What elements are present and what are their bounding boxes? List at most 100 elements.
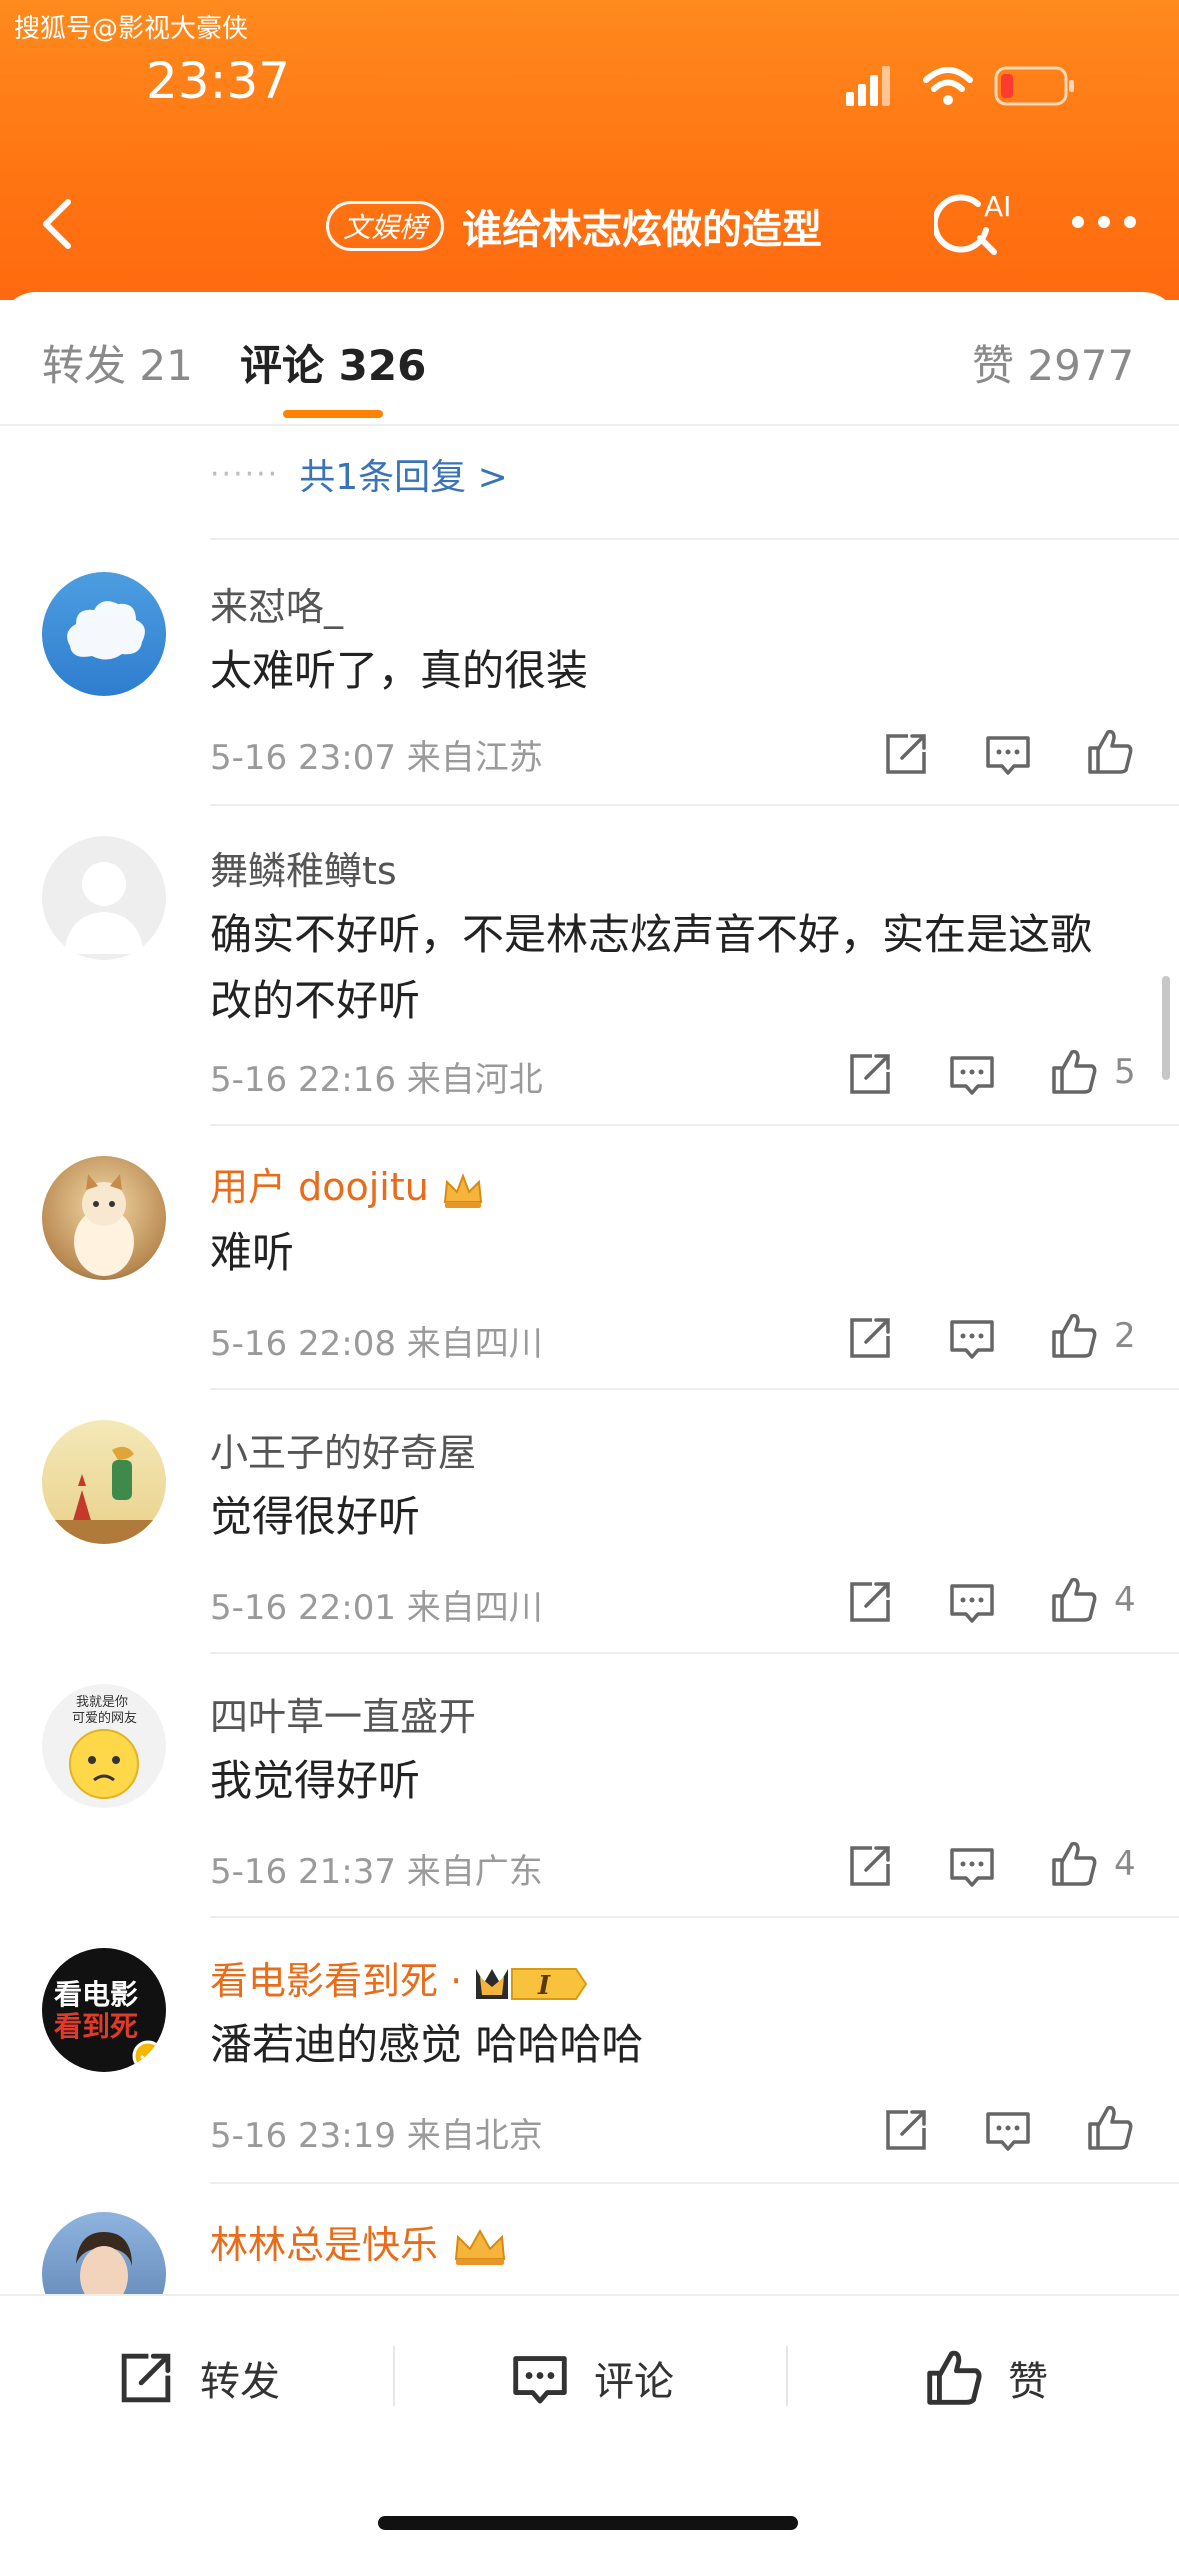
username-text: 用户 doojitu: [210, 1165, 429, 1209]
comment-username[interactable]: 舞鳞稚鳟ts: [210, 840, 397, 895]
more-icon[interactable]: [1064, 192, 1144, 252]
navbar: 文娱榜 谁给林志炫做的造型 AI: [0, 180, 1179, 270]
comment-label: 评论: [594, 2359, 674, 2405]
comment-meta: 5-16 23:19 来自北京: [210, 2116, 543, 2156]
tab-likes[interactable]: 赞 2977: [972, 332, 1134, 393]
username-text: 看电影看到死 ·: [210, 1959, 463, 2003]
like-icon[interactable]: [1046, 1044, 1102, 1100]
reply-icon[interactable]: [980, 2102, 1036, 2158]
like-icon[interactable]: [1046, 1836, 1102, 1892]
like-icon[interactable]: [1082, 2100, 1138, 2156]
share-icon[interactable]: [878, 2102, 934, 2158]
reply-icon[interactable]: [944, 1046, 1000, 1102]
like-label: 赞: [1008, 2359, 1048, 2405]
avatar[interactable]: [42, 836, 166, 960]
status-time: 23:37: [146, 52, 291, 110]
repost-label: 转发: [200, 2359, 280, 2405]
bottom-separator: [786, 2346, 788, 2406]
avatar[interactable]: [42, 572, 166, 696]
row-separator: [210, 2182, 1179, 2184]
reply-icon[interactable]: [944, 1574, 1000, 1630]
ai-label: AI: [984, 190, 1011, 223]
thumbs-up-icon: [927, 2350, 982, 2405]
share-icon[interactable]: [842, 1310, 898, 1366]
repost-button[interactable]: 转发: [112, 2338, 280, 2418]
share-icon[interactable]: [842, 1838, 898, 1894]
comment-meta: 5-16 21:37 来自广东: [210, 1852, 543, 1892]
vip-level-text: I: [537, 1971, 551, 2001]
hot-list-tag: 文娱榜: [326, 201, 445, 251]
comment-text: 难听: [210, 1228, 295, 1277]
comment-button[interactable]: 评论: [506, 2338, 674, 2418]
scrollbar[interactable]: [1162, 976, 1170, 1080]
replies-dots: ······: [210, 456, 280, 492]
avatar[interactable]: 我就是你 可爱的网友: [42, 1684, 166, 1808]
comment-text: 潘若迪的感觉 哈哈哈哈: [210, 2020, 644, 2069]
avatar-logo-line-1: 看电影: [54, 1978, 138, 2011]
avatar[interactable]: [42, 1420, 166, 1544]
vip-level-badge-icon: I: [476, 1967, 588, 2001]
row-separator: [210, 538, 1179, 540]
comment-username[interactable]: 林林总是快乐: [210, 2214, 510, 2269]
comment-meta: 5-16 22:16 来自河北: [210, 1060, 543, 1100]
topic-title: 谁给林志炫做的造型: [462, 207, 823, 253]
reply-icon[interactable]: [980, 726, 1036, 782]
tab-comments[interactable]: 评论 326: [240, 332, 426, 393]
like-icon[interactable]: [1046, 1572, 1102, 1628]
view-replies-link[interactable]: ······ 共1条回复 >: [210, 448, 508, 500]
comment-username[interactable]: 看电影看到死 · I: [210, 1950, 590, 2005]
crown-icon: [443, 1172, 483, 1208]
content-sheet: [0, 292, 1179, 2556]
like-icon[interactable]: [1082, 724, 1138, 780]
row-separator: [210, 804, 1179, 806]
nav-title[interactable]: 文娱榜 谁给林志炫做的造型: [326, 196, 822, 256]
comment-username[interactable]: 来怼咯_: [210, 576, 343, 631]
battery-icon: [994, 66, 1074, 106]
replies-text: 共1条回复 >: [299, 457, 508, 498]
share-icon[interactable]: [878, 726, 934, 782]
comment-username[interactable]: 小王子的好奇屋: [210, 1422, 476, 1477]
row-separator: [210, 1916, 1179, 1918]
bottom-separator: [393, 2346, 395, 2406]
little-prince-avatar-image: [42, 1446, 166, 1544]
repost-icon: [121, 2353, 171, 2403]
default-avatar-image: [64, 862, 144, 954]
tab-repost[interactable]: 转发 21: [42, 332, 193, 393]
comment-meta: 5-16 22:08 来自四川: [210, 1324, 543, 1364]
comment-meta: 5-16 22:01 来自四川: [210, 1588, 543, 1628]
comment-text: 觉得很好听: [210, 1492, 421, 1541]
ai-search-button[interactable]: AI: [934, 190, 1014, 260]
wifi-icon: [923, 67, 973, 105]
avatar-logo-line-2: 看到死: [54, 2010, 138, 2043]
movie-logo-avatar-image: 看电影 看到死: [54, 1978, 164, 2072]
avatar[interactable]: 看电影 看到死: [42, 1948, 166, 2072]
emoji-avatar-image: 我就是你 可爱的网友: [69, 1695, 139, 1799]
like-count: 4: [1114, 1844, 1136, 1884]
like-count: 4: [1114, 1580, 1136, 1620]
row-separator: [210, 1124, 1179, 1126]
row-separator: [210, 1652, 1179, 1654]
reply-icon[interactable]: [944, 1310, 1000, 1366]
tab-active-indicator: [283, 410, 383, 418]
comment-text: 确实不好听，不是林志炫声音不好，实在是这歌改的不好听: [210, 910, 1093, 1025]
comment-username[interactable]: 四叶草一直盛开: [210, 1686, 476, 1741]
back-icon[interactable]: [28, 192, 92, 256]
row-separator: [210, 1388, 1179, 1390]
like-button[interactable]: 赞: [920, 2338, 1048, 2418]
signal-icon: [846, 92, 854, 106]
comment-username[interactable]: 用户 doojitu: [210, 1156, 485, 1211]
reply-icon[interactable]: [944, 1838, 1000, 1894]
like-count: 2: [1114, 1316, 1136, 1356]
comment-icon: [513, 2356, 567, 2404]
cat-avatar-image: [74, 1174, 134, 1276]
share-icon[interactable]: [842, 1574, 898, 1630]
share-icon[interactable]: [842, 1046, 898, 1102]
home-indicator: [378, 2516, 798, 2530]
comment-text: 我觉得好听: [210, 1756, 421, 1805]
comment-meta: 5-16 23:07 来自江苏: [210, 738, 543, 778]
tab-bar: 转发 21 评论 326 赞 2977: [0, 292, 1179, 422]
watermark: 搜狐号@影视大豪侠: [14, 14, 249, 44]
avatar-caption-1: 我就是你: [76, 1695, 128, 1710]
like-icon[interactable]: [1046, 1308, 1102, 1364]
avatar[interactable]: [42, 1156, 166, 1280]
